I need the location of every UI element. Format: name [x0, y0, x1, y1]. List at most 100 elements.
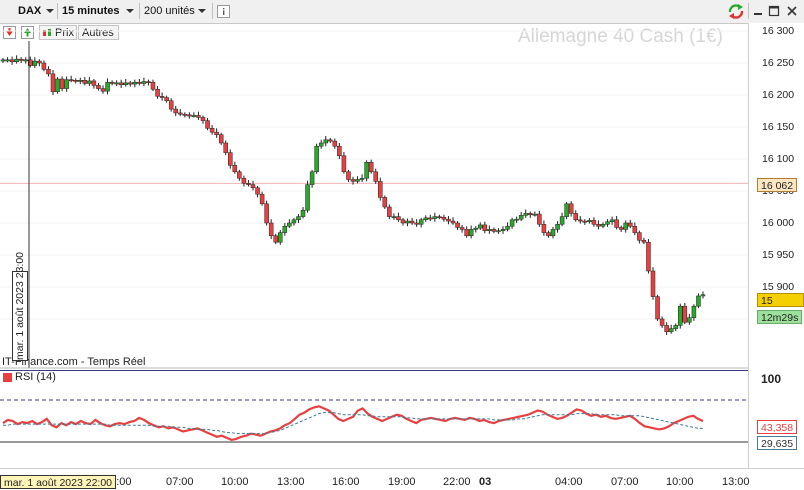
candle-up [523, 213, 528, 216]
candle-up [418, 219, 424, 225]
candle-up [32, 60, 38, 66]
candle-down [441, 216, 447, 220]
symbol-value: DAX [18, 5, 42, 17]
rsi-color-swatch [3, 373, 12, 382]
candle-down [232, 165, 238, 173]
toolbar-divider [212, 3, 213, 19]
chevron-down-icon [198, 9, 206, 13]
candle-up [687, 317, 692, 323]
maximize-icon[interactable] [768, 5, 780, 17]
candle-down [209, 128, 215, 133]
candle-down [137, 81, 142, 84]
candle-down [182, 113, 188, 116]
price-axis-label: 16 250 [762, 57, 795, 69]
candle-up [364, 161, 369, 179]
candle-down [200, 117, 206, 121]
candle-down [396, 216, 401, 221]
candle-up [587, 220, 592, 222]
candle-up [14, 58, 19, 62]
price-axis-label: 16 100 [762, 153, 795, 165]
symbol-select[interactable]: DAX [14, 3, 58, 19]
candle-up [500, 229, 506, 231]
time-axis[interactable]: 04:00 07:00 10:00 13:00 16:00 19:00 22:00 03 04:… [0, 468, 804, 490]
time-axis-label: 04:00 [555, 476, 583, 488]
candle-up [514, 218, 519, 221]
info-icon[interactable] [217, 5, 230, 18]
candle-down [459, 227, 465, 230]
price-axis[interactable]: 16 30016 25016 20016 15016 10016 05016 0… [748, 23, 804, 468]
candle-down [150, 81, 156, 90]
candle-down [400, 219, 406, 224]
candle-up [532, 213, 538, 216]
candle-up [405, 220, 410, 224]
candle-down [659, 318, 665, 326]
close-icon[interactable] [786, 5, 798, 17]
minimize-icon[interactable] [752, 5, 764, 17]
time-axis-label: 10:00 [666, 476, 694, 488]
candle-up [564, 203, 569, 217]
candle-up [468, 229, 474, 237]
rsi-line [2, 405, 704, 442]
candle-down [541, 224, 547, 233]
price-axis-label: 16 150 [762, 121, 795, 133]
candle-up [87, 80, 92, 84]
candle-down [618, 227, 624, 230]
candle-up [55, 78, 60, 93]
rsi-legend-label: RSI (14) [15, 371, 56, 383]
candle-down [482, 224, 488, 231]
units-select[interactable]: 200 unités [140, 3, 210, 19]
candle-down [341, 155, 347, 173]
candle-down [437, 216, 442, 219]
candle-down [646, 241, 651, 272]
time-axis-label: 13:00 [277, 476, 305, 488]
candle-down [50, 73, 56, 93]
candle-up [0, 59, 6, 62]
candle-down [228, 152, 233, 166]
candle-up [391, 216, 397, 219]
candle-down [100, 88, 106, 92]
candle-down [9, 59, 15, 62]
time-axis-label: 07:00 [611, 476, 639, 488]
candle-up [191, 115, 197, 117]
candle-up [64, 79, 69, 89]
candle-down [46, 69, 51, 75]
candle-up [355, 179, 360, 182]
candle-up [132, 81, 138, 85]
candle-down [428, 217, 433, 220]
candle-down [414, 222, 419, 225]
candle-down [96, 85, 101, 89]
price-axis-label: 15 950 [762, 249, 795, 261]
candle-up [432, 216, 438, 219]
candle-up [114, 82, 119, 85]
candle-down [223, 142, 228, 153]
candle-down [187, 114, 192, 117]
candle-up [309, 171, 315, 185]
candle-down [168, 100, 174, 110]
candle-down [387, 206, 392, 217]
candle-down [528, 213, 533, 215]
candle-up [673, 325, 678, 329]
candle-down [37, 60, 42, 64]
candle-down [637, 232, 642, 241]
last-price-tag: 15 888,0 [757, 293, 804, 321]
candle-down [378, 181, 383, 198]
candle-up [123, 82, 128, 86]
rsi-axis-100: 100 [761, 372, 782, 386]
rsi-signal-tag: 29,635 [757, 436, 798, 450]
time-axis-label: 07:00 [166, 476, 194, 488]
refresh-icon[interactable] [727, 3, 745, 20]
timeframe-select[interactable]: 15 minutes [58, 3, 138, 19]
chart-canvas[interactable] [0, 23, 748, 468]
candle-down [655, 296, 660, 320]
candle-down [146, 81, 151, 84]
time-axis-label: 13:00 [722, 476, 750, 488]
candle-down [264, 203, 269, 224]
candle-up [555, 224, 560, 230]
candle-down [491, 229, 497, 232]
candle-down [641, 240, 647, 243]
timeframe-value: 15 minutes [62, 5, 120, 17]
candle-down [455, 222, 460, 228]
candle-down [328, 139, 333, 142]
time-axis-label: 16:00 [332, 476, 360, 488]
candle-down [68, 79, 74, 82]
